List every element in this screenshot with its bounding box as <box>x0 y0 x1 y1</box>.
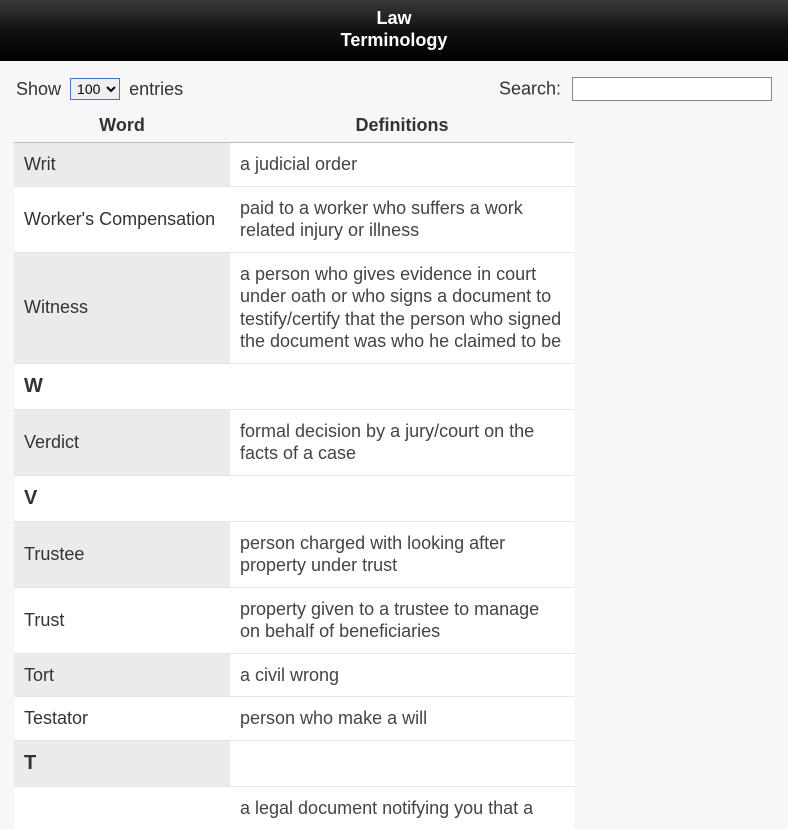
definition-cell <box>230 740 574 786</box>
header-title-line2: Terminology <box>0 30 788 52</box>
table-header-row: Word Definitions <box>14 109 574 143</box>
table-row: Worker's Compensationpaid to a worker wh… <box>14 186 574 252</box>
table-row: W <box>14 363 574 409</box>
definition-cell: a civil wrong <box>230 653 574 697</box>
app-header: Law Terminology <box>0 0 788 61</box>
word-cell: W <box>14 363 230 409</box>
table-row: Verdictformal decision by a jury/court o… <box>14 409 574 475</box>
table-row: V <box>14 475 574 521</box>
length-control: Show 102550100 entries <box>16 78 183 100</box>
search-label: Search: <box>499 79 561 99</box>
word-cell: Tort <box>14 653 230 697</box>
table-controls: Show 102550100 entries Search: <box>16 77 772 101</box>
table-row: Writa judicial order <box>14 143 574 187</box>
table-row: Trusteeperson charged with looking after… <box>14 521 574 587</box>
definition-cell <box>230 363 574 409</box>
table-row: Trustproperty given to a trustee to mana… <box>14 587 574 653</box>
definition-cell: person charged with looking after proper… <box>230 521 574 587</box>
col-header-definitions[interactable]: Definitions <box>230 109 574 143</box>
word-cell: Verdict <box>14 409 230 475</box>
word-cell: Writ <box>14 143 230 187</box>
definition-cell: formal decision by a jury/court on the f… <box>230 409 574 475</box>
word-cell: Testator <box>14 697 230 741</box>
word-cell: Witness <box>14 252 230 363</box>
table-row: a legal document notifying you that a <box>14 786 574 829</box>
search-control: Search: <box>499 77 772 101</box>
col-header-word[interactable]: Word <box>14 109 230 143</box>
definition-cell: person who make a will <box>230 697 574 741</box>
word-cell <box>14 786 230 829</box>
table-row: T <box>14 740 574 786</box>
content-area: Show 102550100 entries Search: Word Defi… <box>0 61 788 829</box>
definition-cell: a person who gives evidence in court und… <box>230 252 574 363</box>
terminology-table: Word Definitions Writa judicial orderWor… <box>14 109 574 829</box>
word-cell: Trustee <box>14 521 230 587</box>
show-label-post: entries <box>129 79 183 99</box>
table-row: Torta civil wrong <box>14 653 574 697</box>
show-label-pre: Show <box>16 79 61 99</box>
table-row: Witnessa person who gives evidence in co… <box>14 252 574 363</box>
word-cell: Trust <box>14 587 230 653</box>
header-title-line1: Law <box>0 8 788 30</box>
word-cell: Worker's Compensation <box>14 186 230 252</box>
word-cell: T <box>14 740 230 786</box>
search-input[interactable] <box>572 77 772 101</box>
definition-cell: paid to a worker who suffers a work rela… <box>230 186 574 252</box>
definition-cell: property given to a trustee to manage on… <box>230 587 574 653</box>
word-cell: V <box>14 475 230 521</box>
entries-select[interactable]: 102550100 <box>70 78 120 100</box>
definition-cell: a legal document notifying you that a <box>230 786 574 829</box>
table-row: Testatorperson who make a will <box>14 697 574 741</box>
definition-cell: a judicial order <box>230 143 574 187</box>
definition-cell <box>230 475 574 521</box>
